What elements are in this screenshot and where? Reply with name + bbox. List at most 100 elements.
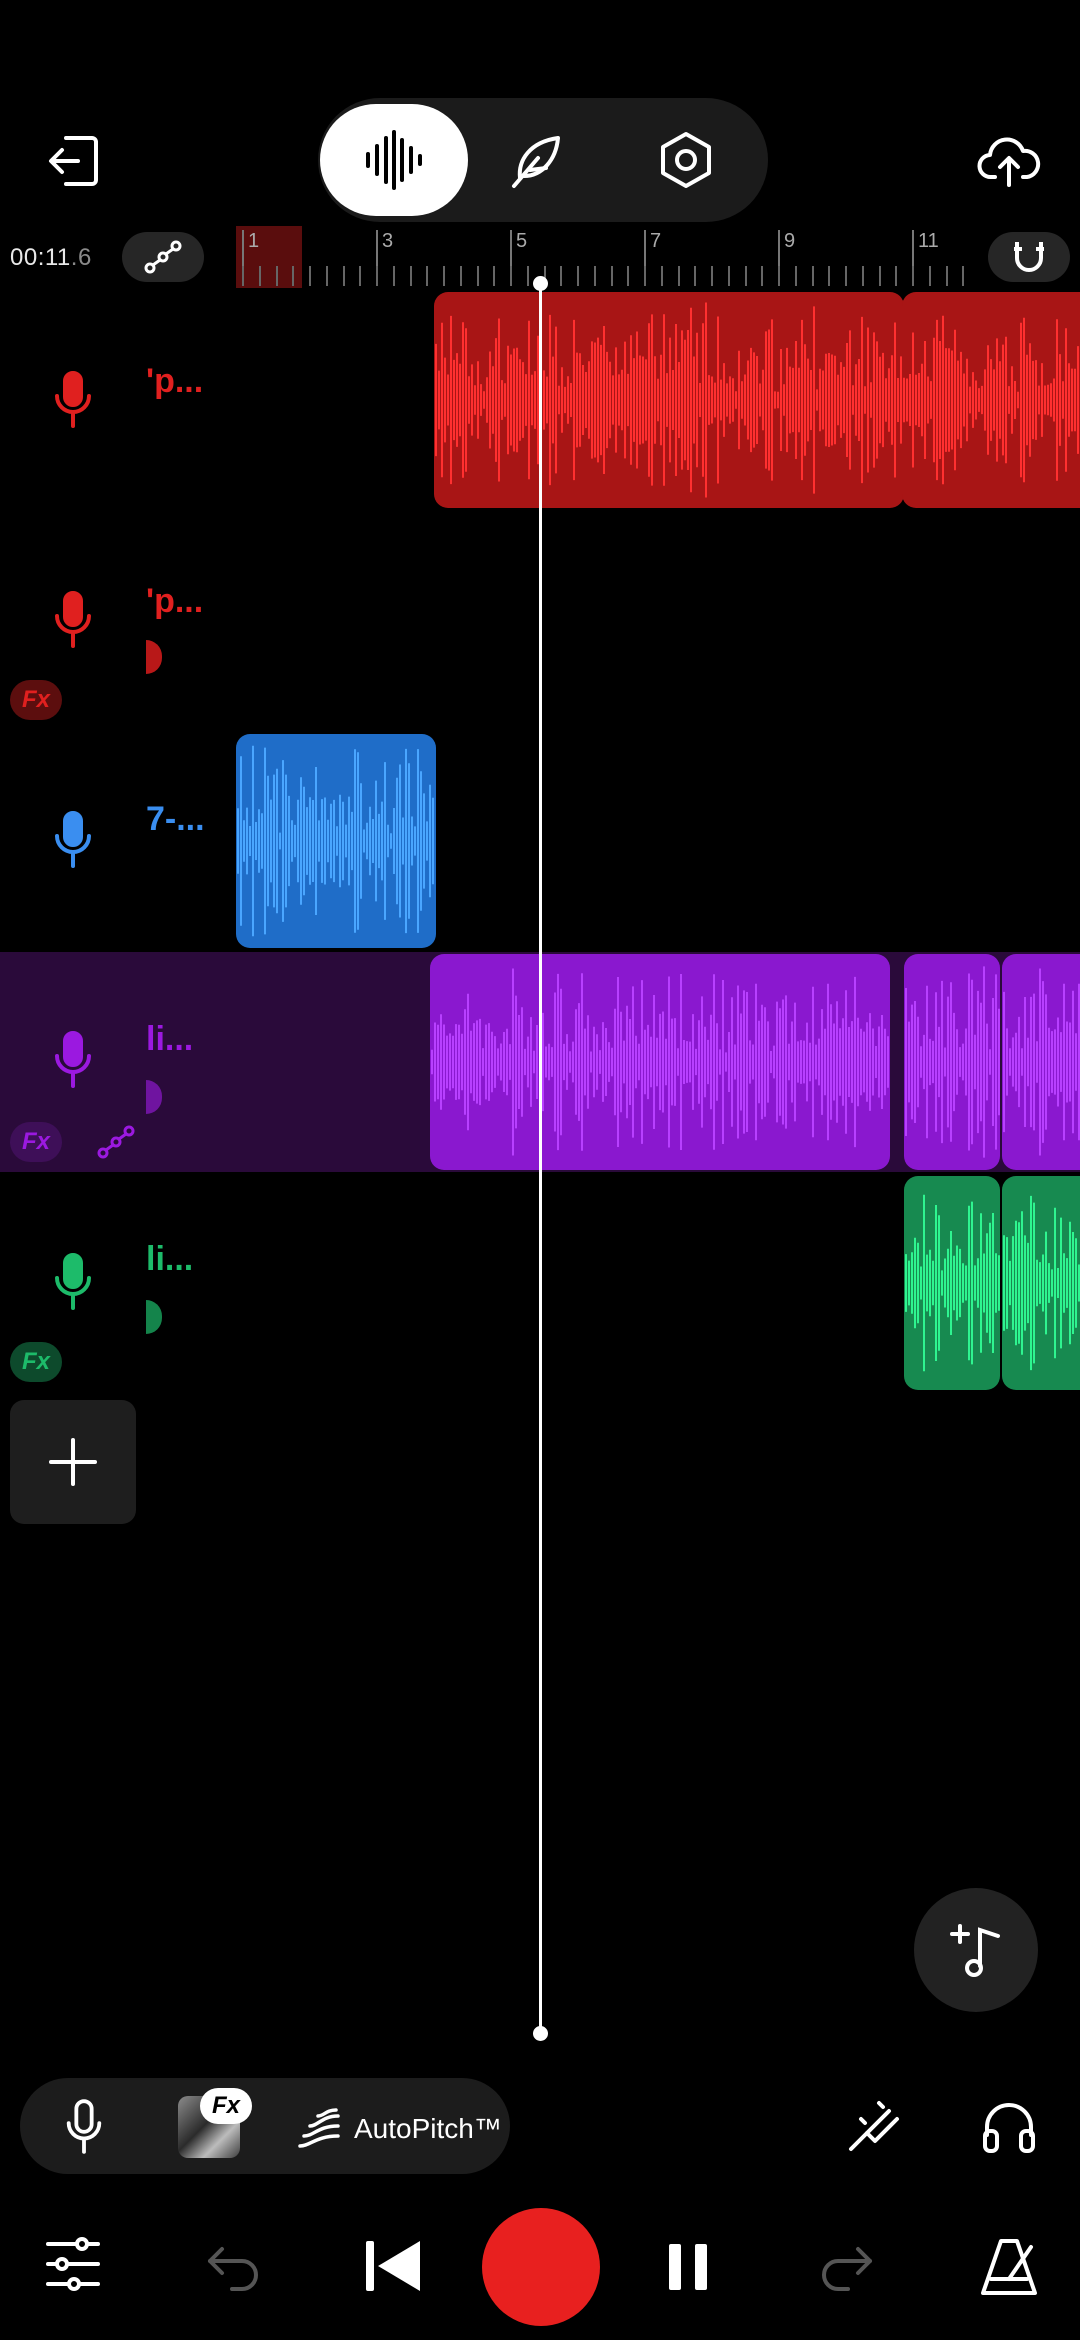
settings-mode-button[interactable] [612, 104, 760, 216]
redo-button[interactable] [816, 2240, 878, 2294]
autopitch-button[interactable]: AutoPitch™ [296, 2106, 502, 2152]
fx-badge[interactable]: Fx [10, 1342, 62, 1382]
microphone-icon[interactable] [50, 1030, 96, 1090]
ruler-minor-tick [443, 266, 445, 286]
plus-icon [49, 1438, 97, 1486]
add-instrument-button[interactable] [914, 1888, 1038, 2012]
audio-clip[interactable] [236, 734, 436, 948]
ruler-minor-tick [728, 266, 730, 286]
ruler-minor-tick [326, 266, 328, 286]
time-fraction: .6 [70, 244, 92, 271]
ruler-minor-tick [611, 266, 613, 286]
ruler-minor-tick [393, 266, 395, 286]
waveform-path [905, 966, 1000, 1158]
ruler-minor-tick [276, 266, 278, 286]
undo-icon [208, 2247, 258, 2291]
ruler-number: 1 [248, 230, 260, 252]
audio-clip[interactable] [904, 1176, 1000, 1390]
microphone-icon[interactable] [50, 1252, 96, 1312]
waveform-path [237, 745, 434, 937]
pause-button[interactable] [660, 2236, 716, 2298]
ruler-minor-tick [493, 266, 495, 286]
waveform [905, 1194, 1000, 1372]
microphone-icon[interactable] [50, 810, 96, 870]
audio-clip[interactable] [430, 954, 890, 1170]
ruler-number: 5 [516, 230, 528, 252]
audio-clip[interactable] [434, 292, 904, 508]
automation-button[interactable] [122, 232, 204, 282]
redo-icon [822, 2247, 872, 2291]
waveform-path [1003, 1195, 1080, 1371]
ruler-minor-tick [644, 266, 646, 286]
track-2-name[interactable]: 'p... [146, 582, 203, 621]
tuner-button[interactable] [842, 2096, 904, 2158]
audio-clip[interactable] [904, 954, 1000, 1170]
time-readout: 00:11.6 [10, 244, 92, 272]
waveform-mode-button[interactable] [320, 104, 468, 216]
ruler-number: 9 [784, 230, 796, 252]
track-5-name[interactable]: li... [146, 1240, 193, 1279]
automation-curve-icon[interactable] [96, 1124, 136, 1160]
playhead-bottom-handle[interactable] [533, 2026, 548, 2041]
ruler-minor-tick [929, 266, 931, 286]
automation-curve-icon [144, 240, 182, 274]
ruler-minor-tick [560, 266, 562, 286]
track-3-name[interactable]: 7-... [146, 800, 205, 839]
waveform-path [903, 315, 1080, 485]
audio-clip[interactable] [1002, 1176, 1080, 1390]
ruler-minor-tick [594, 266, 596, 286]
ruler-minor-tick [242, 266, 244, 286]
magnet-icon [1014, 242, 1044, 272]
playhead-top-handle[interactable] [533, 276, 548, 291]
metronome-button[interactable] [976, 2234, 1042, 2300]
exit-button[interactable] [42, 130, 104, 192]
waveform-path [435, 302, 902, 498]
track-4-name[interactable]: li... [146, 1020, 193, 1059]
waveform-path [905, 1194, 1000, 1372]
ruler-minor-tick [962, 266, 964, 286]
hex-nut-icon [661, 132, 711, 188]
microphone-icon[interactable] [50, 590, 96, 650]
exit-arrow-icon [49, 136, 98, 186]
add-track-button[interactable] [10, 1400, 136, 1524]
waveform [1003, 1195, 1080, 1371]
track-1-name[interactable]: 'p... [146, 362, 203, 401]
playhead[interactable] [533, 276, 548, 2041]
cloud-upload-icon [977, 137, 1041, 187]
ruler-minor-tick [879, 266, 881, 286]
fx-badge[interactable]: Fx [10, 1122, 62, 1162]
pause-icon [669, 2244, 707, 2290]
fx-badge[interactable]: Fx [10, 680, 62, 720]
ruler-minor-tick [946, 266, 948, 286]
microphone-icon[interactable] [62, 2098, 106, 2156]
ruler-minor-tick [510, 266, 512, 286]
timeline-ruler[interactable]: 1 3 5 7 9 11 [236, 226, 976, 290]
waveform [237, 745, 434, 937]
skip-to-start-button[interactable] [362, 2236, 424, 2296]
snap-magnet-button[interactable] [988, 232, 1070, 282]
undo-button[interactable] [202, 2240, 264, 2294]
audio-clip[interactable] [1002, 954, 1080, 1170]
ruler-minor-tick [259, 266, 261, 286]
ruler-minor-tick [376, 266, 378, 286]
monitoring-button[interactable] [976, 2094, 1042, 2160]
ruler-minor-tick [426, 266, 428, 286]
ruler-minor-tick [778, 266, 780, 286]
waveform [903, 315, 1080, 485]
ruler-number: 3 [382, 230, 394, 252]
skip-back-icon [366, 2241, 420, 2291]
microphone-icon[interactable] [50, 370, 96, 430]
feather-icon [512, 136, 560, 188]
waveform [431, 968, 889, 1156]
mixer-button[interactable] [44, 2236, 102, 2292]
metronome-icon [981, 2239, 1037, 2295]
upload-button[interactable] [976, 128, 1042, 194]
record-button[interactable] [482, 2208, 600, 2326]
headphones-icon [983, 2103, 1035, 2153]
ruler-minor-tick [292, 266, 294, 286]
ruler-minor-tick [527, 266, 529, 286]
waveform-path [431, 968, 889, 1156]
ruler-minor-tick [678, 266, 680, 286]
lyrics-mode-button[interactable] [464, 104, 612, 216]
audio-clip[interactable] [902, 292, 1080, 508]
